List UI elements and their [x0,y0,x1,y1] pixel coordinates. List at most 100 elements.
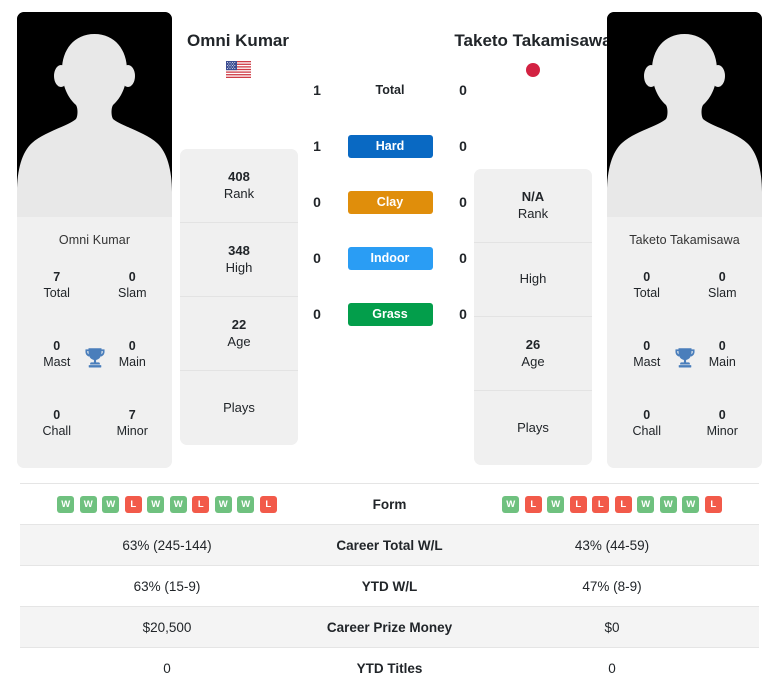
surface-label-grass: Grass [347,302,433,326]
form-badge-loss[interactable]: L [704,495,722,513]
info-row-age-left: 22 Age [180,297,298,371]
info-row-rank-right: N/A Rank [474,169,592,243]
info-value: 408 [228,168,250,184]
title-stat-value: 7 [53,269,61,284]
form-badge-loss[interactable]: L [124,495,142,513]
title-stat-value: 0 [643,407,651,422]
info-label: High [519,271,547,287]
form-badge-win[interactable]: W [547,495,565,513]
us-flag-icon [158,61,318,79]
table-row-ytd-titles: 0 YTD Titles 0 [20,647,759,688]
form-badge-win[interactable]: W [637,495,655,513]
surface-label-total: Total [375,83,405,97]
surface-row-grass: 0 Grass 0 [300,286,480,342]
player-name-right: Taketo Takamisawa [454,31,612,50]
surface-count-left: 0 [313,250,321,266]
value-right: 43% (44-59) [574,537,650,553]
form-badge-loss[interactable]: L [259,495,277,513]
surface-count-left: 1 [313,82,321,98]
title-stat-slam-right: 0 Slam [685,270,761,301]
avatar-silhouette-icon [607,12,762,217]
title-stat-label: Minor [706,423,738,438]
title-stat-total-left: 7 Total [19,270,95,301]
form-badge-loss[interactable]: L [192,495,210,513]
title-stat-label: Minor [116,423,148,438]
title-stat-slam-left: 0 Slam [95,270,171,301]
form-badge-loss[interactable]: L [592,495,610,513]
title-stat-value: 0 [718,407,726,422]
table-row-form: WWWLWWLWWL Form WLWLLLWWWL [20,483,759,524]
form-badge-win[interactable]: W [502,495,520,513]
comparison-header-area: Omni Kumar 7 Total 0 Slam 0 Mast 0 Main [0,0,779,478]
trophy-icon [674,347,695,368]
title-stat-value: 0 [128,269,136,284]
info-label: Plays [517,419,549,435]
row-label-career-prize-money: Career Prize Money [326,619,453,635]
value-right: 47% (8-9) [582,578,642,594]
title-stat-label: Slam [118,285,147,300]
form-badge-win[interactable]: W [57,495,75,513]
surface-head-to-head: 1 Total 0 1 Hard 0 0 Clay 0 0 Indoor 0 0 [300,62,480,342]
player-header-left: Omni Kumar [158,30,318,79]
surface-row-clay: 0 Clay 0 [300,174,480,230]
surface-label-clay: Clay [347,190,433,214]
form-badge-win[interactable]: W [102,495,120,513]
table-row-career-prize-money: $20,500 Career Prize Money $0 [20,606,759,647]
trophy-icon [84,347,105,368]
title-stat-value: 0 [718,269,726,284]
value-left: $20,500 [142,619,192,635]
form-badge-win[interactable]: W [147,495,165,513]
form-badge-win[interactable]: W [682,495,700,513]
value-right: 0 [608,660,616,676]
row-label-ytd-titles: YTD Titles [356,660,423,676]
player-card-right[interactable]: Taketo Takamisawa 0 Total 0 Slam 0 Mast … [607,12,762,468]
avatar-silhouette-icon [17,12,172,217]
info-value: 22 [231,316,247,332]
title-stat-label: Slam [708,285,737,300]
player-photo-left [17,12,172,217]
info-label: Age [521,353,545,369]
title-stat-label: Chall [632,423,662,438]
title-stat-total-right: 0 Total [609,270,685,301]
info-row-high-right: High [474,243,592,317]
row-label-ytd-wl: YTD W/L [361,578,418,594]
form-badge-win[interactable]: W [214,495,232,513]
title-stat-minor-left: 7 Minor [95,408,171,439]
form-badge-loss[interactable]: L [614,495,632,513]
info-row-plays-left: Plays [180,371,298,445]
form-cell-left: WWWLWWLWWL [20,484,314,524]
row-label-career-total-wl: Career Total W/L [336,537,443,553]
form-cell-right: WLWLLLWWWL [465,484,759,524]
info-label: Age [227,333,251,349]
surface-label-hard: Hard [347,134,433,158]
surface-count-right: 0 [459,82,467,98]
info-label: High [225,259,253,275]
value-left: 63% (245-144) [122,537,212,553]
info-label: Rank [517,205,549,221]
info-label: Plays [223,399,255,415]
player-info-card-right: N/A Rank High 26 Age Plays [474,169,592,465]
player-photo-caption-right: Taketo Takamisawa [629,233,740,247]
player-card-left[interactable]: Omni Kumar 7 Total 0 Slam 0 Mast 0 Main [17,12,172,468]
player-photo-right [607,12,762,217]
titles-grid-right: 0 Total 0 Slam 0 Mast 0 Main 0 Chall 0 M… [607,247,762,468]
title-stat-value: 0 [643,269,651,284]
info-row-plays-right: Plays [474,391,592,465]
info-row-high-left: 348 High [180,223,298,297]
form-badge-loss[interactable]: L [569,495,587,513]
form-badge-win[interactable]: W [79,495,97,513]
form-badge-win[interactable]: W [659,495,677,513]
form-badge-win[interactable]: W [169,495,187,513]
form-badge-loss[interactable]: L [524,495,542,513]
info-value: 348 [228,242,250,258]
info-label: Rank [223,185,255,201]
title-stat-label: Chall [42,423,72,438]
player-name-left: Omni Kumar [186,31,290,50]
info-row-age-right: 26 Age [474,317,592,391]
jp-flag-icon [453,61,613,79]
player-info-card-left: 408 Rank 348 High 22 Age Plays [180,149,298,445]
form-badges-right: WLWLLLWWWL [502,495,722,513]
form-badge-win[interactable]: W [237,495,255,513]
surface-row-hard: 1 Hard 0 [300,118,480,174]
stats-comparison-table: WWWLWWLWWL Form WLWLLLWWWL 63% (245-144)… [20,483,759,688]
